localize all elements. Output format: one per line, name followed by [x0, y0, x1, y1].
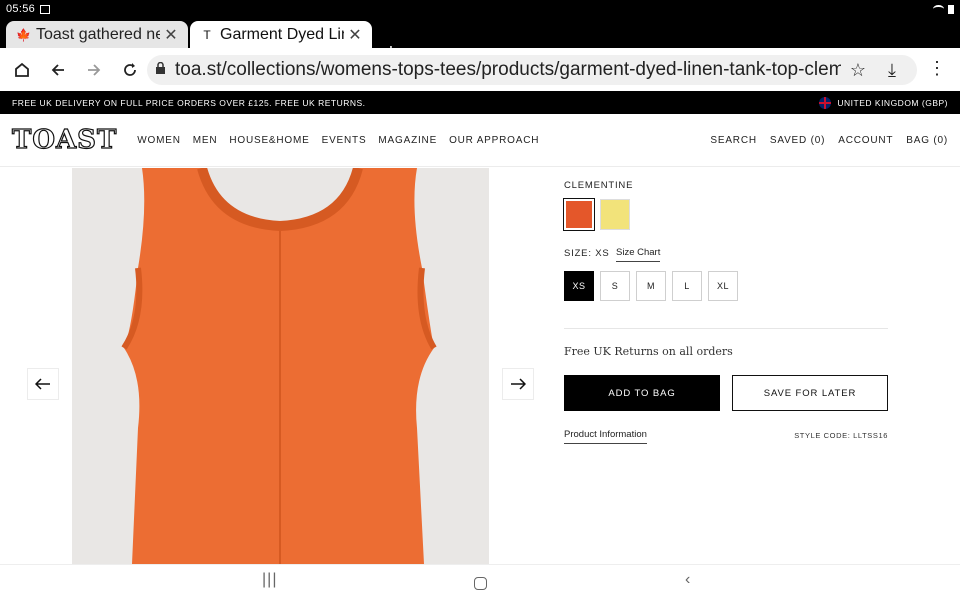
swatch-clementine[interactable] — [563, 198, 595, 231]
system-status-bar: 05:56 — [0, 0, 960, 18]
toast-logo[interactable]: TOAST — [11, 124, 117, 155]
home-icon[interactable] — [4, 52, 40, 88]
nav-events[interactable]: EVENTS — [322, 135, 367, 146]
size-xl-button[interactable]: XL — [708, 271, 738, 301]
size-s-button[interactable]: S — [600, 271, 630, 301]
size-l-button[interactable]: L — [672, 271, 702, 301]
next-image-button[interactable] — [502, 368, 534, 400]
back-chevron-icon[interactable]: ‹ — [685, 571, 690, 589]
browser-toolbar: toa.st/collections/womens-tops-tees/prod… — [0, 48, 960, 91]
previous-image-button[interactable] — [27, 368, 59, 400]
close-icon[interactable]: ✕ — [348, 25, 362, 45]
saved-link[interactable]: SAVED (0) — [770, 135, 825, 146]
close-icon[interactable]: ✕ — [164, 25, 178, 45]
selected-color-name: CLEMENTINE — [564, 180, 634, 191]
notification-icon — [40, 4, 51, 14]
lock-icon — [155, 61, 175, 78]
uk-flag-icon — [819, 96, 832, 109]
forward-arrow-icon[interactable] — [76, 52, 112, 88]
region-label: UNITED KINGDOM (GBP) — [837, 97, 948, 108]
bag-link[interactable]: BAG (0) — [906, 135, 948, 146]
toast-favicon-icon: T — [203, 27, 211, 42]
wifi-icon — [933, 5, 944, 13]
url-text[interactable]: toa.st/collections/womens-tops-tees/prod… — [175, 59, 841, 81]
download-icon[interactable]: ⤓ — [875, 60, 909, 81]
promo-banner: FREE UK DELIVERY ON FULL PRICE ORDERS OV… — [0, 91, 960, 114]
product-image — [72, 168, 489, 564]
address-bar[interactable]: toa.st/collections/womens-tops-tees/prod… — [147, 55, 917, 85]
site-header: TOAST WOMEN MEN HOUSE&HOME EVENTS MAGAZI… — [0, 114, 960, 167]
size-chart-link[interactable]: Size Chart — [616, 247, 661, 262]
save-for-later-button[interactable]: SAVE FOR LATER — [732, 375, 888, 411]
tab-title: Toast gathered nec — [36, 25, 160, 43]
battery-icon — [948, 4, 954, 14]
region-selector[interactable]: UNITED KINGDOM (GBP) — [819, 96, 948, 109]
back-arrow-icon[interactable] — [40, 52, 76, 88]
home-button-icon[interactable] — [474, 577, 487, 590]
add-to-bag-button[interactable]: ADD TO BAG — [564, 375, 720, 411]
size-label: SIZE: XS — [564, 248, 610, 259]
recent-apps-icon[interactable]: ||| — [262, 571, 277, 589]
nav-men[interactable]: MEN — [193, 135, 218, 146]
divider — [564, 328, 888, 329]
tab-garment-dyed-linen[interactable]: T Garment Dyed Liner ✕ — [190, 21, 372, 48]
leaf-icon: 🍁 — [16, 27, 31, 42]
nav-magazine[interactable]: MAGAZINE — [378, 135, 437, 146]
more-menu-icon[interactable]: ⋮ — [928, 58, 946, 79]
returns-note: Free UK Returns on all orders — [564, 345, 733, 358]
tab-title: Garment Dyed Liner — [220, 25, 344, 43]
nav-house-home[interactable]: HOUSE&HOME — [229, 135, 309, 146]
search-link[interactable]: SEARCH — [710, 135, 756, 146]
size-xs-button[interactable]: XS — [564, 271, 594, 301]
system-nav-bar: ||| ‹ — [0, 564, 960, 600]
linen-tank-top-image — [72, 168, 489, 564]
browser-tab-strip: 🍁 Toast gathered nec ✕ T Garment Dyed Li… — [0, 18, 960, 63]
account-link[interactable]: ACCOUNT — [838, 135, 893, 146]
swatch-yellow[interactable] — [600, 199, 630, 230]
status-time: 05:56 — [6, 3, 36, 15]
main-nav: WOMEN MEN HOUSE&HOME EVENTS MAGAZINE OUR… — [137, 135, 539, 146]
reload-icon[interactable] — [112, 52, 148, 88]
utility-nav: SEARCH SAVED (0) ACCOUNT BAG (0) — [710, 135, 948, 146]
nav-our-approach[interactable]: OUR APPROACH — [449, 135, 539, 146]
tab-toast-gathered[interactable]: 🍁 Toast gathered nec ✕ — [6, 21, 188, 48]
size-m-button[interactable]: M — [636, 271, 666, 301]
bookmark-star-icon[interactable]: ☆ — [841, 60, 875, 81]
nav-women[interactable]: WOMEN — [137, 135, 180, 146]
promo-message: FREE UK DELIVERY ON FULL PRICE ORDERS OV… — [12, 97, 366, 108]
product-information-link[interactable]: Product Information — [564, 429, 647, 444]
style-code: STYLE CODE: LLTSS16 — [794, 431, 888, 440]
